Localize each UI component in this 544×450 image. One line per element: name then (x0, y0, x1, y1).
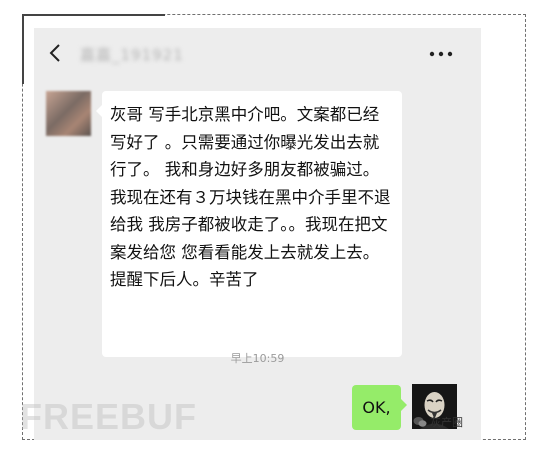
contact-avatar[interactable] (46, 91, 91, 136)
more-options-icon[interactable] (429, 51, 453, 57)
message-timestamp: 早上10:59 (230, 352, 285, 365)
back-arrow-icon[interactable] (48, 43, 62, 63)
source-watermark: 灰产圈 (413, 414, 463, 430)
chat-header: 嘉嘉_191921 (34, 28, 481, 78)
freebuf-watermark: FREEBUF (20, 396, 197, 437)
corner-border-line (22, 14, 165, 16)
incoming-message-text: 灰哥 写手北京黑中介吧。文案都已经写好了 。只需要通过你曝光发出去就行了。 我和… (110, 105, 391, 289)
wechat-icon (413, 417, 427, 427)
corner-border-line (22, 14, 24, 84)
outgoing-message-text: OK, (362, 398, 391, 417)
outgoing-message-bubble[interactable]: OK, (352, 385, 407, 430)
source-watermark-text: 灰产圈 (430, 416, 463, 429)
incoming-message-bubble[interactable]: 灰哥 写手北京黑中介吧。文案都已经写好了 。只需要通过你曝光发出去就行了。 我和… (96, 91, 402, 357)
chat-window: 嘉嘉_191921 灰哥 写手北京黑中介吧。文案都已经写好了 。只需要通过你曝光… (34, 28, 481, 440)
contact-name: 嘉嘉_191921 (80, 46, 184, 64)
